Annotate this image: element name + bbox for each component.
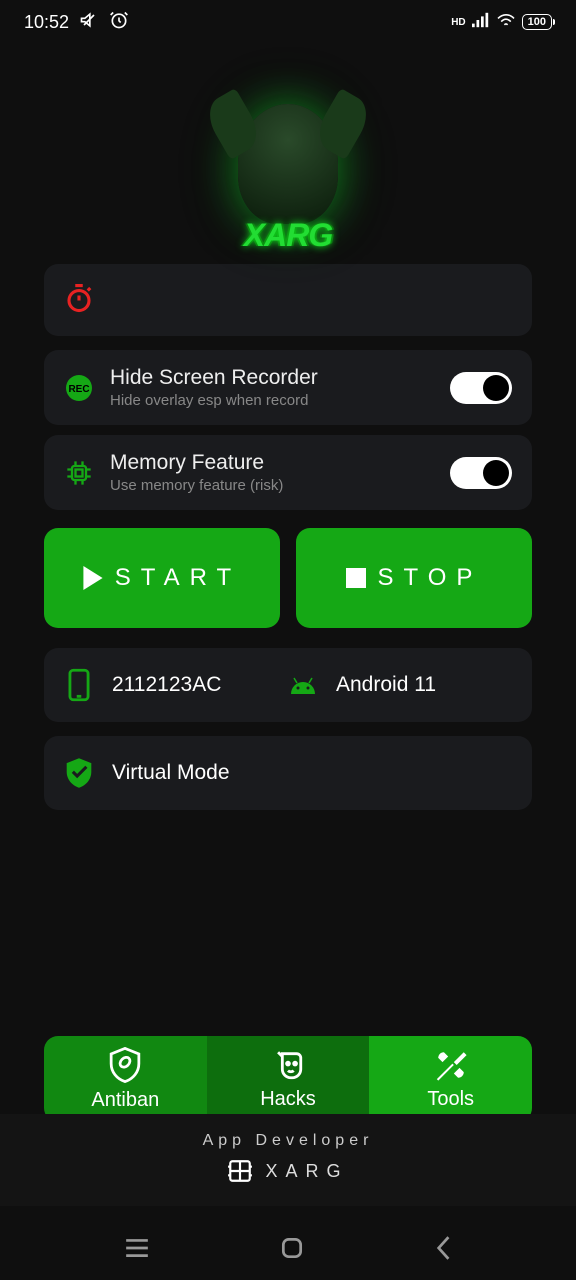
memory-feature-row: Memory Feature Use memory feature (risk) [44, 435, 532, 510]
hide-recorder-title: Hide Screen Recorder [110, 366, 434, 390]
logo-text: XARG [244, 217, 332, 254]
mute-icon [79, 10, 99, 35]
hide-recorder-toggle[interactable] [450, 372, 512, 404]
clock: 10:52 [24, 12, 69, 33]
svg-text:REC: REC [68, 384, 89, 395]
wifi-icon [496, 12, 516, 33]
shield-icon [108, 1047, 142, 1083]
virtual-mode-label: Virtual Mode [112, 761, 230, 785]
android-icon [288, 670, 318, 700]
memory-subtitle: Use memory feature (risk) [110, 477, 434, 494]
status-bar: 10:52 HD 100 [0, 0, 576, 44]
signal-icon [472, 12, 490, 33]
shield-check-icon [64, 758, 94, 788]
stop-button[interactable]: STOP [296, 528, 532, 628]
stop-icon [346, 568, 366, 588]
hide-recorder-subtitle: Hide overlay esp when record [110, 392, 434, 409]
device-model: 2112123AC [112, 673, 221, 697]
start-button[interactable]: START [44, 528, 280, 628]
footer-title: App Developer [0, 1132, 576, 1150]
bottom-tabs: Antiban Hacks Tools [44, 1036, 532, 1122]
nav-back-icon[interactable] [434, 1235, 452, 1266]
hd-badge: HD [451, 17, 465, 28]
hide-recorder-row: REC Hide Screen Recorder Hide overlay es… [44, 350, 532, 425]
chip-icon [64, 458, 94, 488]
battery-indicator: 100 [522, 14, 552, 30]
tab-hacks-label: Hacks [260, 1088, 316, 1111]
footer: App Developer XARG [0, 1114, 576, 1206]
memory-title: Memory Feature [110, 451, 434, 475]
nav-home-icon[interactable] [279, 1235, 305, 1266]
device-info-card: 2112123AC Android 11 [44, 648, 532, 722]
tab-hacks[interactable]: Hacks [207, 1036, 370, 1122]
memory-toggle[interactable] [450, 457, 512, 489]
system-navbar [0, 1220, 576, 1280]
phone-icon [64, 670, 94, 700]
play-icon [83, 566, 103, 590]
tab-tools[interactable]: Tools [369, 1036, 532, 1122]
device-os: Android 11 [336, 673, 436, 697]
virtual-mode-card: Virtual Mode [44, 736, 532, 810]
alarm-icon [109, 10, 129, 35]
grid-icon [227, 1158, 253, 1184]
start-label: START [115, 564, 241, 592]
nav-recent-icon[interactable] [124, 1238, 150, 1263]
mask-icon [271, 1048, 305, 1082]
tab-antiban-label: Antiban [91, 1089, 159, 1112]
tab-tools-label: Tools [427, 1088, 474, 1111]
app-logo: XARG [0, 64, 576, 264]
tab-antiban[interactable]: Antiban [44, 1036, 207, 1122]
rec-icon: REC [64, 373, 94, 403]
tools-icon [434, 1048, 468, 1082]
stop-label: STOP [378, 564, 483, 592]
footer-brand-text: XARG [265, 1161, 348, 1182]
timer-card[interactable] [44, 264, 532, 336]
stopwatch-icon [64, 283, 94, 318]
